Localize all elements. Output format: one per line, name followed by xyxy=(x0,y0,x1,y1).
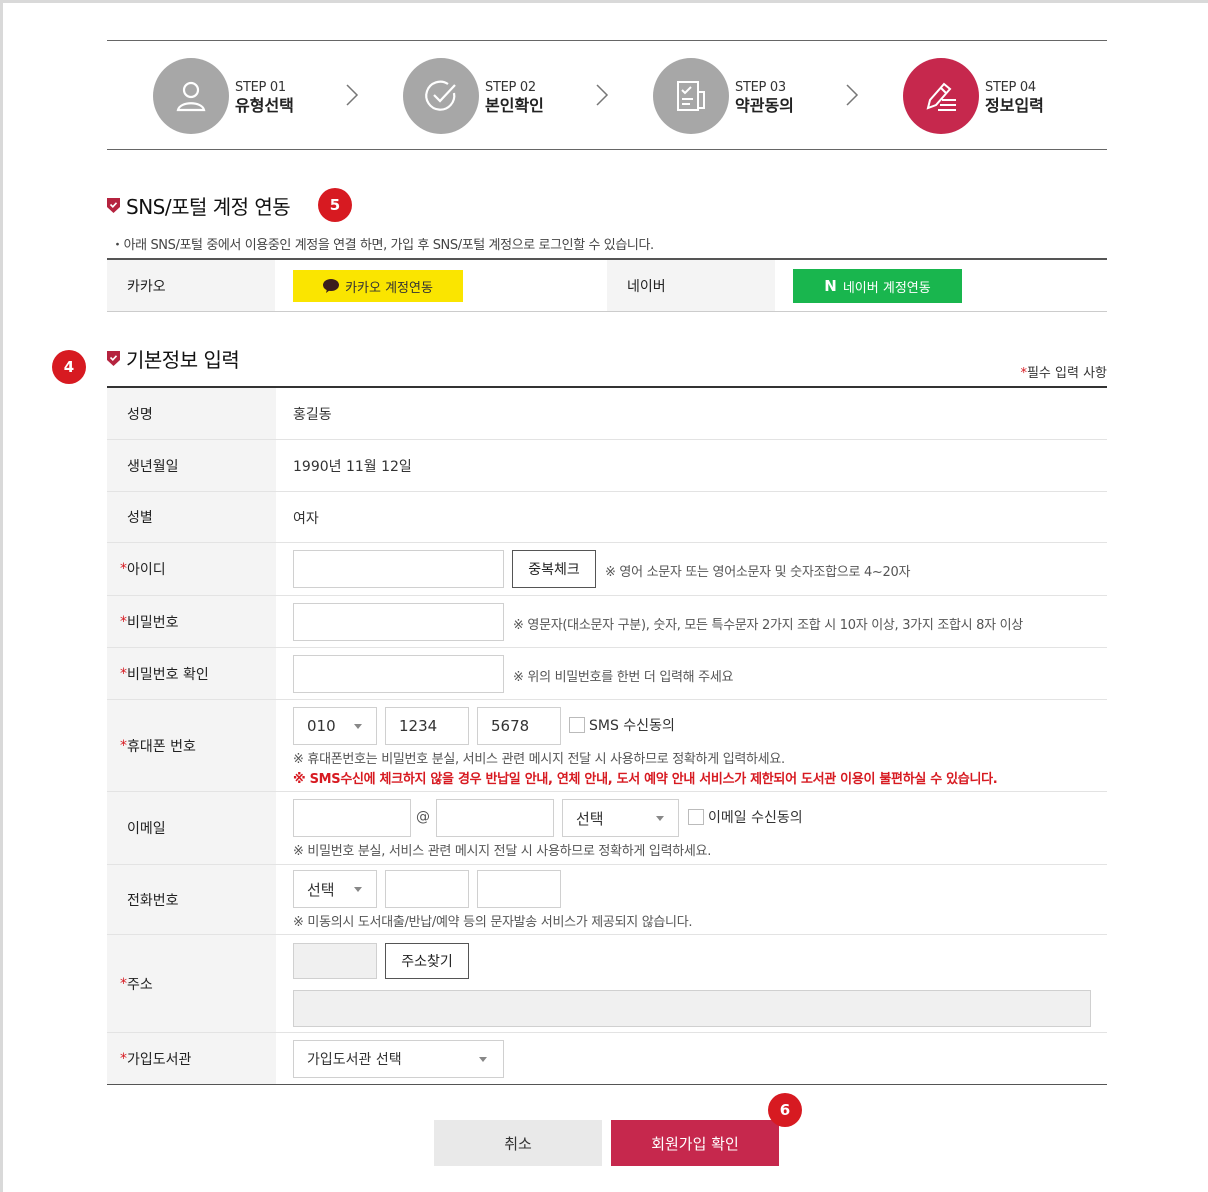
sns-link-row: 카카오 카카오 계정연동 네이버 N 네이버 계정연동 xyxy=(107,258,1107,312)
phone-middle-input[interactable]: 1234 xyxy=(385,707,469,745)
password-hint: ※ 영문자(대소문자 구분), 숫자, 모든 특수문자 2가지 조합 시 10자… xyxy=(513,618,1023,633)
tel-area-select[interactable]: 선택 xyxy=(293,870,377,908)
email-row: 이메일 @ 선택 이메일 수신동의 ※ 비밀번호 분실, 서비스 관련 메시지 … xyxy=(107,792,1107,865)
tel-hint: ※ 미동의시 도서대출/반납/예약 등의 문자발송 서비스가 제공되지 않습니다… xyxy=(293,915,693,930)
kakao-button-label: 카카오 계정연동 xyxy=(345,280,433,296)
id-label: * 아이디 xyxy=(107,543,276,595)
dropdown-arrow-icon xyxy=(656,816,664,821)
signup-confirm-button[interactable]: 회원가입 확인 xyxy=(611,1120,779,1166)
basic-section-title: 기본정보 입력 xyxy=(107,344,240,373)
phone-hint: ※ 휴대폰번호는 비밀번호 분실, 서비스 관련 메시지 전달 시 사용하므로 … xyxy=(293,752,785,767)
check-circle-icon xyxy=(403,58,479,134)
step-name: 약관동의 xyxy=(735,96,794,115)
tel-label: 전화번호 xyxy=(107,865,276,934)
password-confirm-label: * 비밀번호 확인 xyxy=(107,648,276,699)
chevron-right-icon xyxy=(596,84,609,106)
step-badge: 5 xyxy=(318,188,352,222)
password-label: * 비밀번호 xyxy=(107,596,276,647)
tel-middle-input[interactable] xyxy=(385,870,469,908)
step-badge: 4 xyxy=(52,350,86,384)
email-agree-checkbox[interactable]: 이메일 수신동의 xyxy=(688,807,803,827)
dropdown-arrow-icon xyxy=(479,1057,487,1062)
password-row: * 비밀번호 ※ 영문자(대소문자 구분), 숫자, 모든 특수문자 2가지 조합… xyxy=(107,596,1107,648)
shield-check-icon xyxy=(107,198,120,213)
gender-row: 성별 여자 xyxy=(107,492,1107,543)
id-row: * 아이디 중복체크 ※ 영어 소문자 또는 영어소문자 및 숫자조합으로 4~2… xyxy=(107,543,1107,596)
name-value: 홍길동 xyxy=(293,407,332,423)
birth-row: 생년월일 1990년 11월 12일 xyxy=(107,440,1107,492)
address-detail-input[interactable] xyxy=(293,990,1091,1027)
email-hint: ※ 비밀번호 분실, 서비스 관련 메시지 전달 시 사용하므로 정확하게 입력… xyxy=(293,844,712,859)
name-row: 성명 홍길동 xyxy=(107,388,1107,440)
step-number: STEP 03 xyxy=(735,80,786,95)
id-check-button[interactable]: 중복체크 xyxy=(512,550,596,588)
sns-title-text: SNS/포털 계정 연동 xyxy=(126,195,291,219)
phone-label: * 휴대폰 번호 xyxy=(107,700,276,791)
step-name: 유형선택 xyxy=(235,96,294,115)
address-label: * 주소 xyxy=(107,935,276,1032)
library-label: * 가입도서관 xyxy=(107,1033,276,1084)
naver-logo-icon: N xyxy=(824,277,837,295)
step-number: STEP 04 xyxy=(985,80,1036,95)
library-row: * 가입도서관 가입도서관 선택 xyxy=(107,1033,1107,1084)
postcode-input[interactable] xyxy=(293,943,377,979)
dropdown-arrow-icon xyxy=(354,887,362,892)
phone-warning: ※ SMS수신에 체크하지 않을 경우 반납일 안내, 연체 안내, 도서 예약… xyxy=(293,772,998,787)
email-id-input[interactable] xyxy=(293,799,411,837)
checkbox-box xyxy=(569,717,585,733)
gender-value: 여자 xyxy=(293,511,319,527)
required-note: *필수 입력 사항 xyxy=(1020,366,1107,381)
phone-prefix-select[interactable]: 010 xyxy=(293,707,377,745)
kakao-link-button[interactable]: 카카오 계정연동 xyxy=(293,270,463,302)
email-domain-select[interactable]: 선택 xyxy=(562,799,679,837)
naver-button-label: 네이버 계정연동 xyxy=(842,280,931,296)
id-hint: ※ 영어 소문자 또는 영어소문자 및 숫자조합으로 4~20자 xyxy=(605,565,911,580)
birth-label: 생년월일 xyxy=(107,440,276,491)
shield-check-icon xyxy=(107,351,120,366)
step-badge: 6 xyxy=(768,1093,802,1127)
tel-row: 전화번호 선택 ※ 미동의시 도서대출/반납/예약 등의 문자발송 서비스가 제… xyxy=(107,865,1107,935)
password-confirm-input[interactable] xyxy=(293,655,504,693)
library-select[interactable]: 가입도서관 선택 xyxy=(293,1040,504,1078)
kakao-label: 카카오 xyxy=(107,260,275,311)
phone-row: * 휴대폰 번호 010 1234 5678 SMS 수신동의 ※ 휴대폰번호는 … xyxy=(107,700,1107,792)
step-number: STEP 02 xyxy=(485,80,536,95)
naver-link-button[interactable]: N 네이버 계정연동 xyxy=(793,269,962,303)
chevron-right-icon xyxy=(346,84,359,106)
password-input[interactable] xyxy=(293,603,504,641)
naver-label: 네이버 xyxy=(607,260,775,311)
birth-value: 1990년 11월 12일 xyxy=(293,459,412,475)
email-domain-input[interactable] xyxy=(436,799,554,837)
password-confirm-row: * 비밀번호 확인 ※ 위의 비밀번호를 한번 더 입력해 주세요 xyxy=(107,648,1107,700)
email-label: 이메일 xyxy=(107,792,276,864)
gender-label: 성별 xyxy=(107,492,276,542)
step-progress: STEP 01 유형선택 STEP 02 본인확인 STEP 03 약관동의 S… xyxy=(107,40,1107,150)
address-row: * 주소 주소찾기 xyxy=(107,935,1107,1033)
name-label: 성명 xyxy=(107,388,276,439)
chat-bubble-icon xyxy=(323,279,340,293)
pen-write-icon xyxy=(903,58,979,134)
address-search-button[interactable]: 주소찾기 xyxy=(385,943,469,979)
dropdown-arrow-icon xyxy=(354,724,362,729)
step-name: 정보입력 xyxy=(985,96,1044,115)
sms-agree-checkbox[interactable]: SMS 수신동의 xyxy=(569,715,675,735)
sns-section-title: SNS/포털 계정 연동 xyxy=(107,191,291,220)
basic-title-text: 기본정보 입력 xyxy=(126,348,240,372)
tel-last-input[interactable] xyxy=(477,870,561,908)
password-confirm-hint: ※ 위의 비밀번호를 한번 더 입력해 주세요 xyxy=(513,670,734,685)
sns-note: ・아래 SNS/포털 중에서 이용중인 계정을 연결 하면, 가입 후 SNS/… xyxy=(111,238,654,253)
phone-last-input[interactable]: 5678 xyxy=(477,707,561,745)
member-form: 성명 홍길동 생년월일 1990년 11월 12일 성별 여자 * 아이디 중복체… xyxy=(107,386,1107,1085)
checkbox-box xyxy=(688,809,704,825)
chevron-right-icon xyxy=(846,84,859,106)
person-icon xyxy=(153,58,229,134)
id-input[interactable] xyxy=(293,550,504,588)
document-check-icon xyxy=(653,58,729,134)
email-at-sign: @ xyxy=(416,809,430,825)
step-name: 본인확인 xyxy=(485,96,544,115)
step-number: STEP 01 xyxy=(235,80,286,95)
cancel-button[interactable]: 취소 xyxy=(434,1120,602,1166)
